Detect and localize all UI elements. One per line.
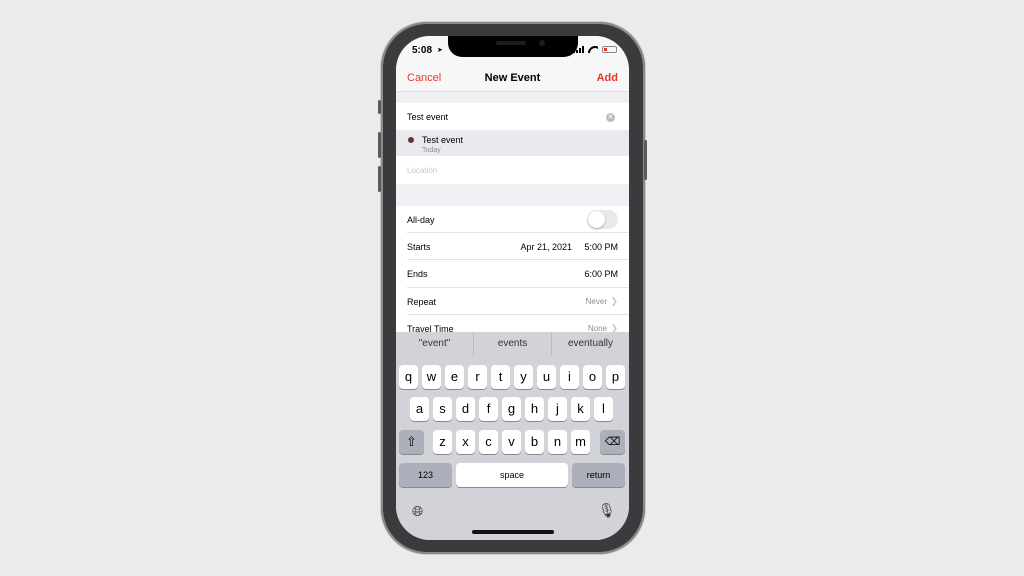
repeat-label: Repeat [407, 297, 437, 307]
wifi-icon [588, 46, 598, 53]
key-m[interactable]: m [571, 430, 590, 454]
suggestion-name: Test event [422, 135, 464, 145]
volume-down-button [378, 166, 381, 192]
ends-time[interactable]: 6:00 PM [584, 269, 618, 279]
key-e[interactable]: e [445, 365, 464, 389]
return-key[interactable]: return [572, 463, 625, 487]
key-a[interactable]: a [410, 397, 429, 421]
globe-icon[interactable]: 🌐︎ [412, 503, 423, 520]
front-camera [539, 40, 545, 46]
status-time: 5:08 [412, 45, 433, 56]
key-x[interactable]: x [456, 430, 475, 454]
prediction-2[interactable]: events [474, 332, 552, 356]
key-i[interactable]: i [560, 365, 579, 389]
predictive-bar: "event" events eventually [396, 332, 629, 356]
delete-key[interactable]: ⌫ [600, 430, 625, 454]
speaker [496, 41, 526, 45]
volume-up-button [378, 132, 381, 158]
page-title: New Event [484, 72, 541, 84]
allday-toggle[interactable] [587, 210, 618, 229]
key-s[interactable]: s [433, 397, 452, 421]
notch [448, 36, 578, 57]
key-d[interactable]: d [456, 397, 475, 421]
starts-label: Starts [407, 242, 431, 252]
starts-row[interactable]: Starts Apr 21, 2021 5:00 PM [396, 233, 629, 260]
add-button[interactable]: Add [597, 72, 618, 84]
suggestion-date: Today [422, 147, 441, 154]
phone-screen: 5:08 ➤ Cancel New Event Add Test event ✕… [396, 36, 629, 540]
repeat-row[interactable]: Repeat Never ❯ [396, 288, 629, 315]
key-q[interactable]: q [399, 365, 418, 389]
key-c[interactable]: c [479, 430, 498, 454]
title-field[interactable]: Test event ✕ [396, 103, 629, 130]
mute-switch [378, 100, 381, 114]
event-suggestion[interactable]: Test event Today [396, 130, 629, 156]
ends-row[interactable]: Ends 6:00 PM [396, 260, 629, 288]
allday-row: All-day [396, 206, 629, 233]
key-k[interactable]: k [571, 397, 590, 421]
shift-key[interactable]: ⇧ [399, 430, 424, 454]
key-t[interactable]: t [491, 365, 510, 389]
travel-time-label: Travel Time [407, 324, 454, 332]
clear-text-icon[interactable]: ✕ [606, 113, 615, 122]
numbers-key[interactable]: 123 [399, 463, 452, 487]
key-h[interactable]: h [525, 397, 544, 421]
key-y[interactable]: y [514, 365, 533, 389]
key-v[interactable]: v [502, 430, 521, 454]
key-n[interactable]: n [548, 430, 567, 454]
backspace-icon: ⌫ [604, 436, 621, 448]
key-o[interactable]: o [583, 365, 602, 389]
side-button [644, 140, 647, 180]
toggle-knob [588, 211, 605, 228]
ends-label: Ends [407, 269, 428, 279]
key-u[interactable]: u [537, 365, 556, 389]
home-indicator[interactable] [472, 530, 554, 534]
key-j[interactable]: j [548, 397, 567, 421]
travel-time-value: None [587, 324, 607, 332]
key-p[interactable]: p [606, 365, 625, 389]
location-arrow-icon: ➤ [437, 47, 443, 54]
calendar-color-dot [408, 137, 414, 143]
chevron-right-icon: ❯ [610, 323, 618, 332]
key-l[interactable]: l [594, 397, 613, 421]
navigation-bar: Cancel New Event Add [396, 64, 629, 92]
prediction-3[interactable]: eventually [552, 332, 629, 356]
starts-time[interactable]: 5:00 PM [584, 242, 618, 252]
key-r[interactable]: r [468, 365, 487, 389]
starts-date[interactable]: Apr 21, 2021 [520, 242, 572, 252]
keyboard: "event" events eventually q w e r t y u … [396, 332, 629, 540]
allday-label: All-day [407, 215, 435, 225]
key-w[interactable]: w [422, 365, 441, 389]
key-z[interactable]: z [433, 430, 452, 454]
battery-icon [602, 46, 617, 53]
key-g[interactable]: g [502, 397, 521, 421]
key-f[interactable]: f [479, 397, 498, 421]
location-field[interactable]: Location [396, 156, 629, 184]
location-placeholder: Location [407, 166, 438, 175]
prediction-1[interactable]: "event" [396, 332, 474, 356]
key-b[interactable]: b [525, 430, 544, 454]
microphone-icon[interactable]: 🎙︎ [598, 502, 616, 519]
space-key[interactable]: space [456, 463, 568, 487]
chevron-right-icon: ❯ [610, 296, 618, 306]
travel-time-row[interactable]: Travel Time None ❯ [396, 315, 629, 332]
repeat-value: Never [585, 297, 607, 306]
shift-icon: ⇧ [406, 434, 417, 449]
title-field-value: Test event [407, 112, 449, 122]
